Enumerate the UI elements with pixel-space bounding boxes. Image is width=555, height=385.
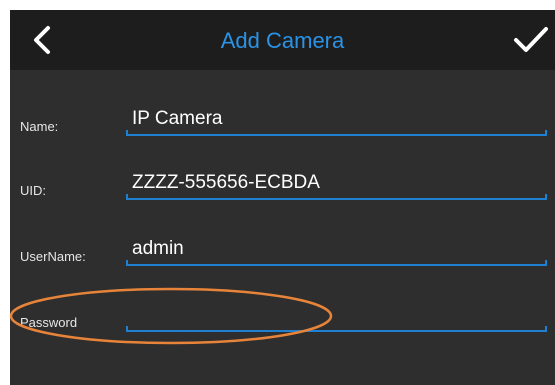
add-camera-screen: Add Camera Name: IP Camera UID: ZZZZ-555… (10, 10, 555, 385)
username-label: UserName: (20, 249, 86, 264)
username-row: UserName: admin (10, 220, 555, 270)
field-edge (545, 130, 547, 136)
password-row: Password (10, 286, 555, 336)
name-label: Name: (20, 119, 59, 134)
name-row: Name: IP Camera (10, 90, 555, 140)
name-value: IP Camera (132, 108, 223, 129)
username-value: admin (132, 238, 184, 259)
checkmark-icon (514, 27, 548, 52)
field-edge (545, 326, 547, 332)
uid-label: UID: (20, 183, 46, 198)
app-header: Add Camera (10, 10, 555, 70)
field-edge (126, 130, 128, 136)
field-edge (545, 194, 547, 200)
uid-value: ZZZZ-555656-ECBDA (132, 172, 320, 193)
uid-row: UID: ZZZZ-555656-ECBDA (10, 154, 555, 204)
confirm-button[interactable] (510, 23, 550, 57)
password-field[interactable] (126, 296, 547, 332)
field-edge (126, 194, 128, 200)
password-label: Password (20, 315, 78, 330)
chevron-left-icon (34, 26, 50, 54)
page-title: Add Camera (220, 28, 345, 53)
back-button[interactable] (26, 23, 60, 57)
field-edge (545, 260, 547, 266)
field-edge (126, 260, 128, 266)
uid-field[interactable]: ZZZZ-555656-ECBDA (126, 164, 547, 200)
username-field[interactable]: admin (126, 230, 547, 266)
field-edge (126, 326, 128, 332)
name-field[interactable]: IP Camera (126, 100, 547, 136)
